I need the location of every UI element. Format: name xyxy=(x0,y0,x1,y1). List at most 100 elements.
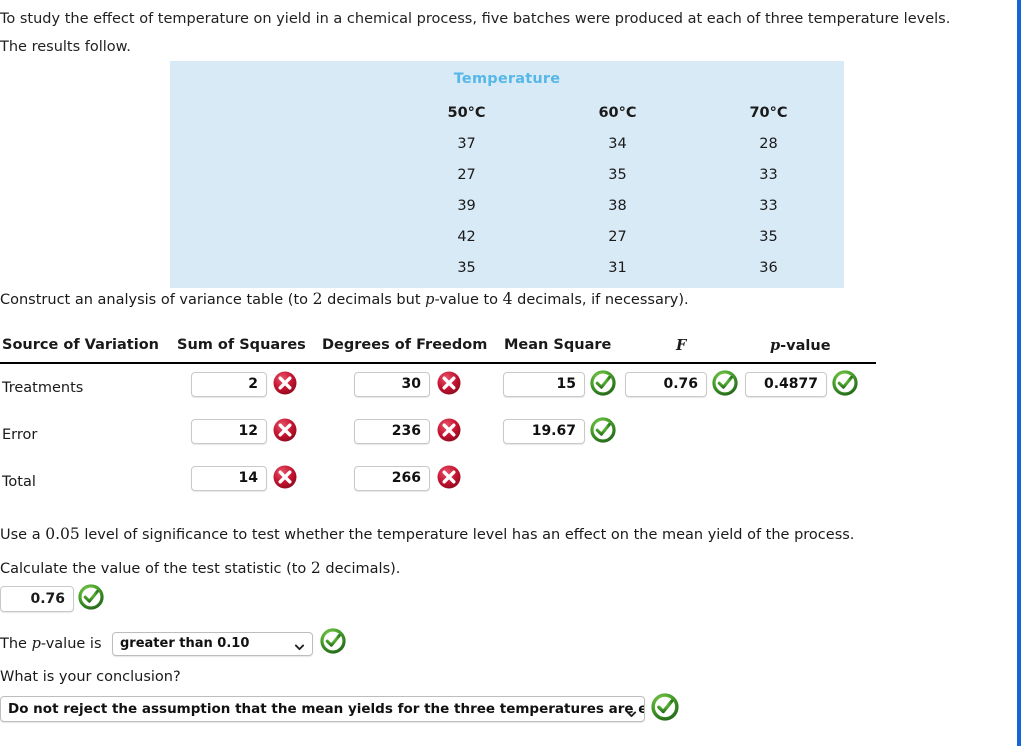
significance-pre: Use a xyxy=(0,527,46,543)
anova-header-degrees-of-freedom: Degrees of Freedom xyxy=(322,337,488,353)
test-statistic-input[interactable]: 0.76 xyxy=(0,586,74,612)
anova-row-error: Error 12 236 19.67 xyxy=(0,411,878,458)
calculate-prompt: Calculate the value of the test statisti… xyxy=(0,559,400,577)
data-table-header-spacer xyxy=(170,97,391,128)
temperature-data-table: Temperature 50°C 60°C 70°C 37 34 28 27 3… xyxy=(170,61,844,288)
data-cell: 27 xyxy=(457,166,476,183)
chevron-down-icon xyxy=(626,704,637,718)
row-spacer xyxy=(170,252,391,283)
treatments-mean-square-input[interactable]: 15 xyxy=(503,372,585,397)
data-table-column-header-0: 50°C xyxy=(447,104,486,121)
correct-icon xyxy=(832,370,858,396)
construct-post: decimals, if necessary). xyxy=(512,292,689,308)
construct-decimals-2: 4 xyxy=(502,290,513,308)
data-cell: 37 xyxy=(457,135,476,152)
correct-icon xyxy=(590,370,616,396)
treatments-degrees-of-freedom-input[interactable]: 30 xyxy=(354,372,430,397)
correct-icon xyxy=(590,417,616,443)
anova-row-label: Total xyxy=(2,474,36,490)
data-table-row: 27 35 33 xyxy=(170,159,844,190)
data-cell: 38 xyxy=(608,197,627,214)
data-table-row: 37 34 28 xyxy=(170,128,844,159)
anova-header-p-rest: -value xyxy=(780,338,831,354)
construct-pre: Construct an analysis of variance table … xyxy=(0,292,313,308)
calculate-decimals: 2 xyxy=(310,559,321,577)
treatments-sum-of-squares-input[interactable]: 2 xyxy=(191,372,267,397)
data-cell: 31 xyxy=(608,259,627,276)
significance-level: 0.05 xyxy=(45,525,80,543)
anova-row-label: Treatments xyxy=(2,380,84,396)
treatments-p-value-input[interactable]: 0.4877 xyxy=(745,372,827,397)
anova-header-sum-of-squares: Sum of Squares xyxy=(177,337,306,353)
incorrect-icon xyxy=(272,417,298,443)
p-value-select[interactable]: greater than 0.10 xyxy=(112,632,313,656)
data-cell: 35 xyxy=(759,228,778,245)
anova-header-p-italic: p xyxy=(770,337,781,354)
page-right-accent-rule xyxy=(1017,0,1021,746)
conclusion-prompt: What is your conclusion? xyxy=(0,669,181,685)
anova-table: Source of Variation Sum of Squares Degre… xyxy=(0,332,878,505)
anova-row-treatments: Treatments 2 30 15 0.76 0.4877 xyxy=(0,364,878,411)
conclusion-selected-option: Do not reject the assumption that the me… xyxy=(8,701,645,717)
error-sum-of-squares-input[interactable]: 12 xyxy=(191,419,267,444)
data-table-column-header-2: 70°C xyxy=(749,104,788,121)
data-cell: 27 xyxy=(608,228,627,245)
p-value-label-post: -value is xyxy=(40,636,102,652)
data-cell: 33 xyxy=(759,166,778,183)
data-table-title: Temperature xyxy=(453,71,561,87)
correct-icon xyxy=(320,628,346,654)
correct-icon xyxy=(712,370,738,396)
p-value-label: The p-value is xyxy=(0,636,102,652)
incorrect-icon xyxy=(272,370,298,396)
incorrect-icon xyxy=(272,464,298,490)
p-value-label-italic: p xyxy=(31,636,41,652)
anova-row-label: Error xyxy=(2,427,38,443)
data-table-header-row: 50°C 60°C 70°C xyxy=(170,97,844,128)
p-value-label-pre: The xyxy=(0,636,32,652)
construct-prompt: Construct an analysis of variance table … xyxy=(0,290,689,308)
p-value-selected-option: greater than 0.10 xyxy=(120,636,250,651)
data-table-row: 39 38 33 xyxy=(170,190,844,221)
anova-header-p-value: p-value xyxy=(770,337,831,354)
treatments-f-input[interactable]: 0.76 xyxy=(625,372,707,397)
correct-icon xyxy=(651,693,679,721)
error-mean-square-input[interactable]: 19.67 xyxy=(503,419,585,444)
data-table-row: 35 31 36 xyxy=(170,252,844,283)
total-degrees-of-freedom-input[interactable]: 266 xyxy=(354,466,430,491)
intro-line-2: The results follow. xyxy=(0,39,131,55)
data-cell: 42 xyxy=(457,228,476,245)
row-spacer xyxy=(170,128,391,159)
intro-line-1: To study the effect of temperature on yi… xyxy=(0,11,951,27)
data-cell: 36 xyxy=(759,259,778,276)
conclusion-select[interactable]: Do not reject the assumption that the me… xyxy=(0,696,645,722)
significance-statement: Use a 0.05 level of significance to test… xyxy=(0,525,854,543)
construct-mid-2: -value to xyxy=(434,292,503,308)
intro-paragraph: To study the effect of temperature on yi… xyxy=(0,5,1000,61)
correct-icon xyxy=(78,584,104,610)
anova-header-source: Source of Variation xyxy=(2,337,159,353)
anova-header-f: F xyxy=(676,337,687,354)
calculate-post: decimals). xyxy=(320,561,401,577)
anova-row-total: Total 14 266 xyxy=(0,458,878,505)
construct-mid: decimals but xyxy=(322,292,426,308)
chevron-down-icon xyxy=(294,639,305,651)
row-spacer xyxy=(170,221,391,252)
data-cell: 35 xyxy=(457,259,476,276)
row-spacer xyxy=(170,159,391,190)
significance-post: level of significance to test whether th… xyxy=(79,527,855,543)
incorrect-icon xyxy=(436,464,462,490)
incorrect-icon xyxy=(436,417,462,443)
data-cell: 34 xyxy=(608,135,627,152)
data-cell: 33 xyxy=(759,197,778,214)
data-table-column-header-1: 60°C xyxy=(598,104,637,121)
anova-header-mean-square: Mean Square xyxy=(504,337,612,353)
data-table-grid: 50°C 60°C 70°C 37 34 28 27 35 33 39 38 3… xyxy=(170,97,844,283)
total-sum-of-squares-input[interactable]: 14 xyxy=(191,466,267,491)
error-degrees-of-freedom-input[interactable]: 236 xyxy=(354,419,430,444)
data-cell: 28 xyxy=(759,135,778,152)
data-table-row: 42 27 35 xyxy=(170,221,844,252)
anova-header-row: Source of Variation Sum of Squares Degre… xyxy=(0,332,876,364)
row-spacer xyxy=(170,190,391,221)
exercise-page: To study the effect of temperature on yi… xyxy=(0,0,1010,746)
data-cell: 35 xyxy=(608,166,627,183)
